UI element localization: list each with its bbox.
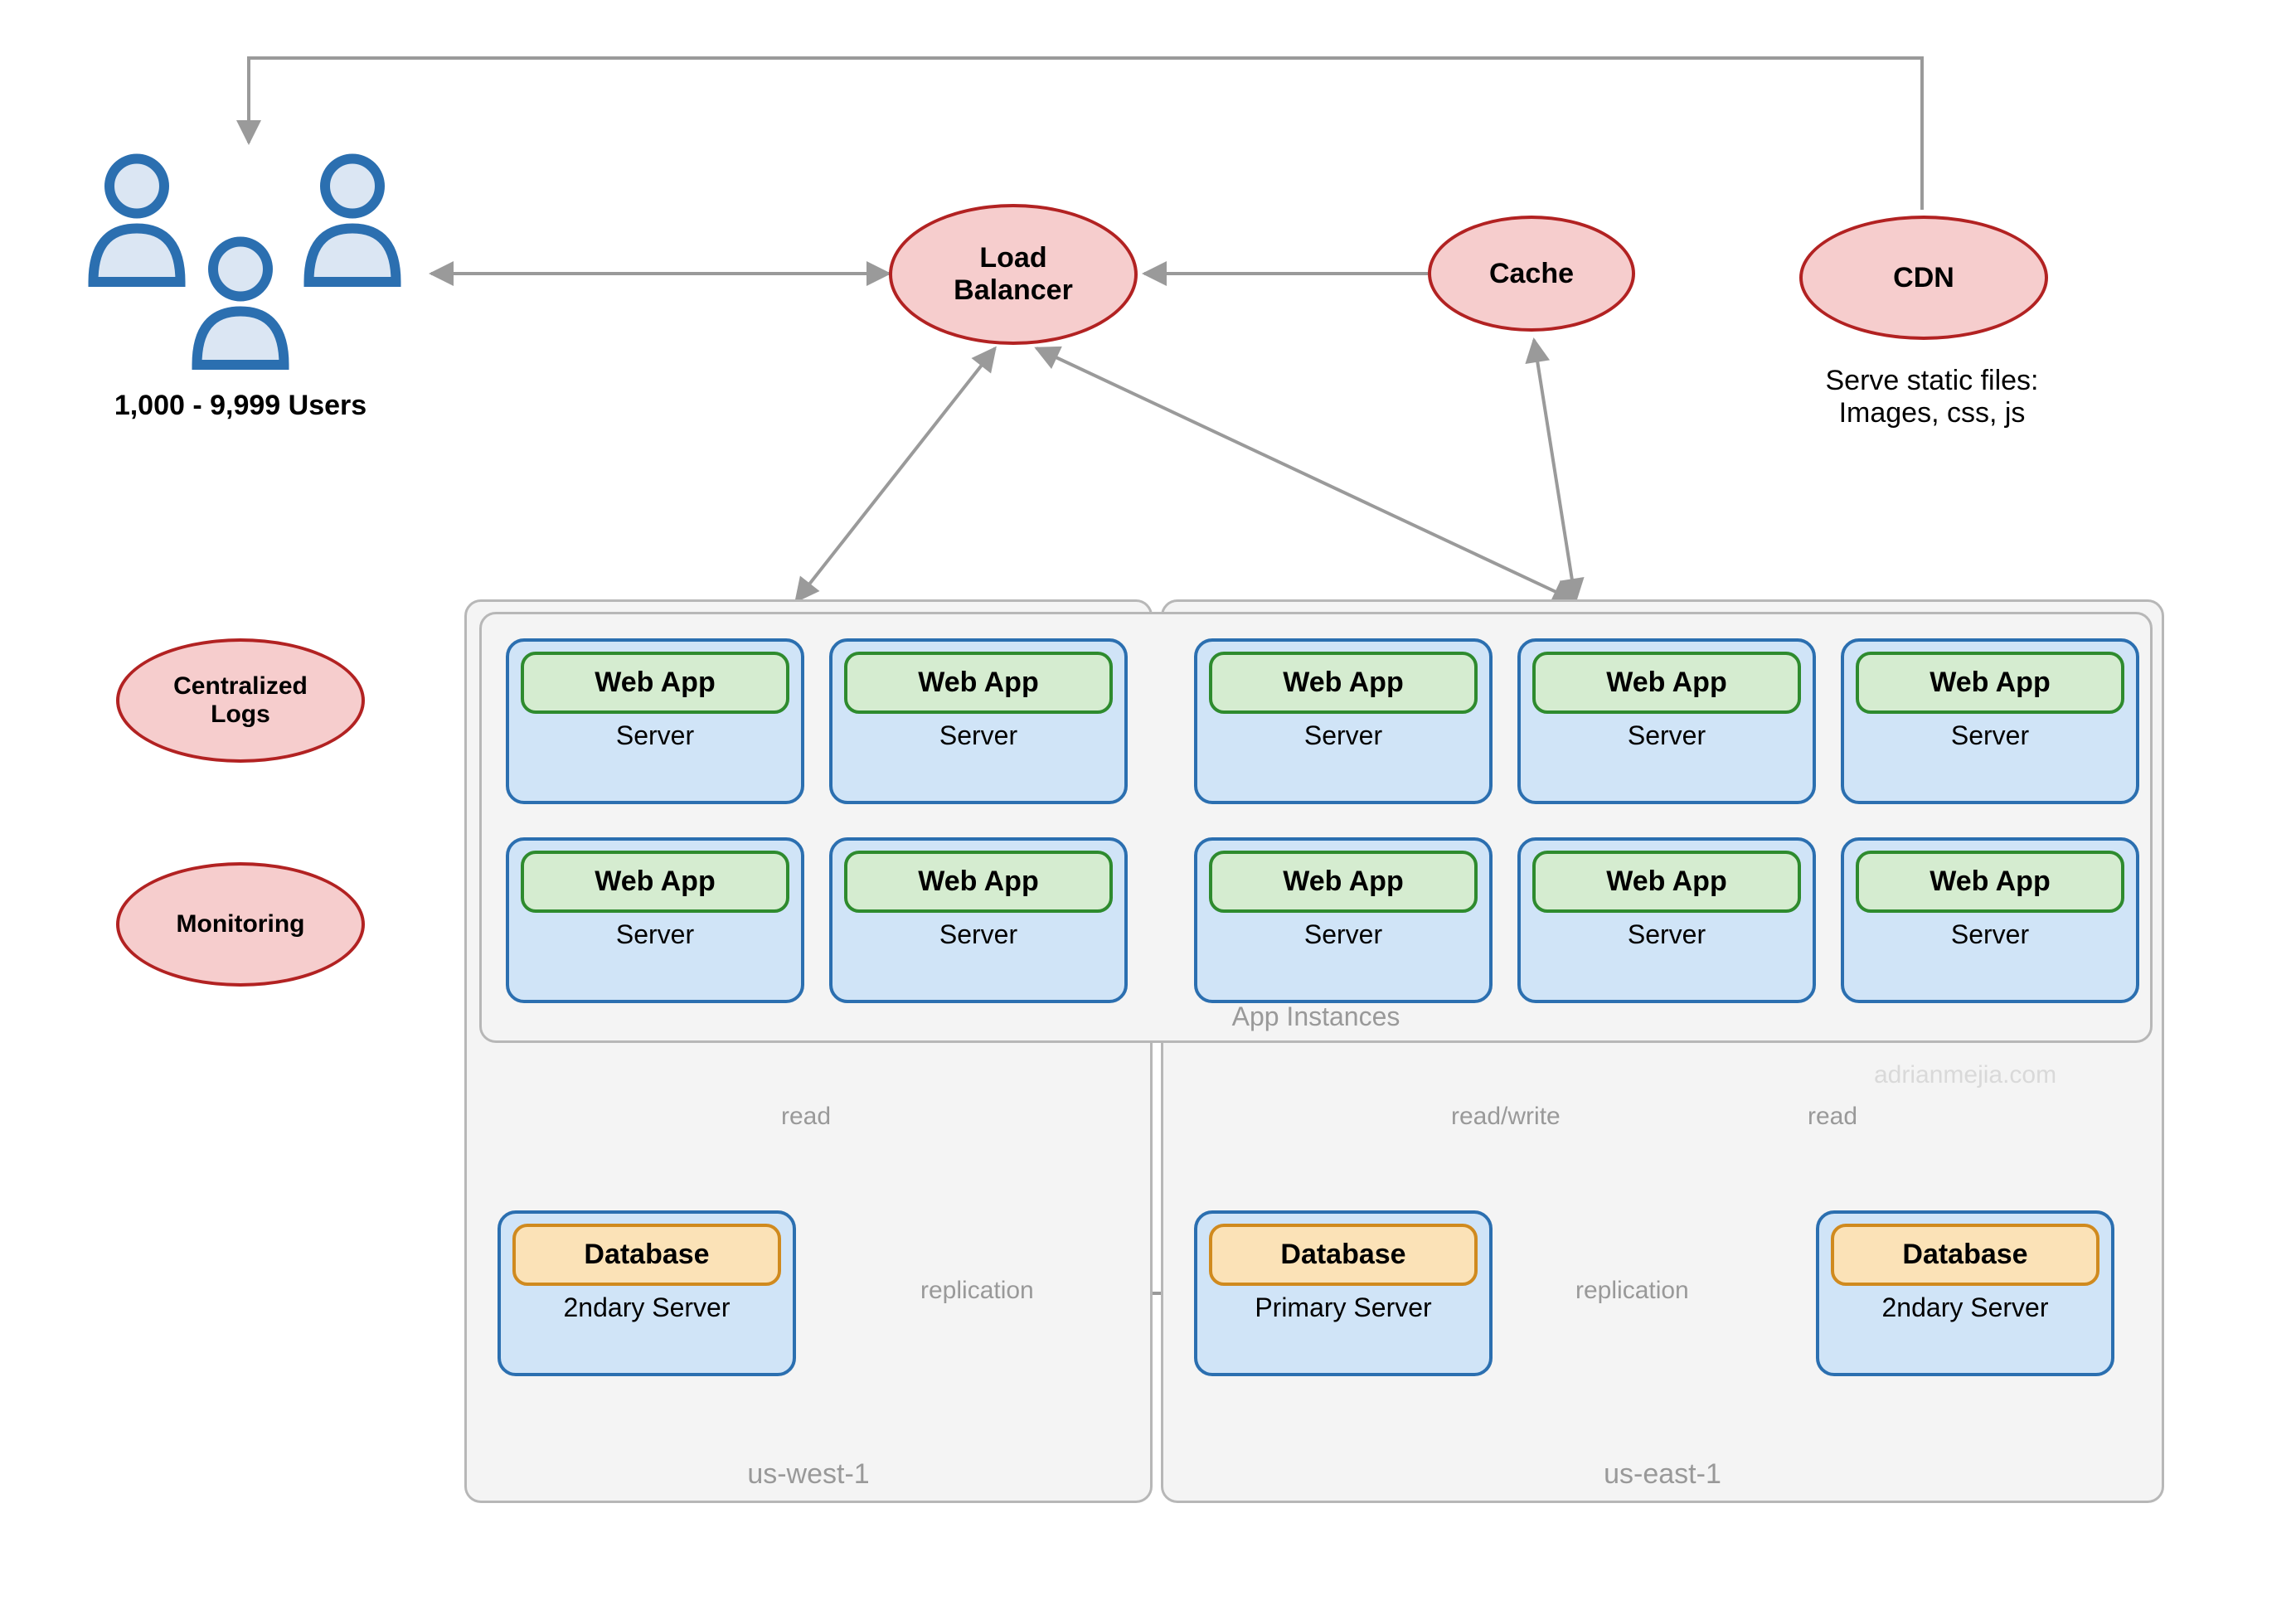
app-instances-label: App Instances [1232,1001,1400,1032]
webapp-label: Web App [1856,652,2124,714]
webapp-label: Web App [1856,851,2124,913]
user-icon [178,232,303,373]
cdn-caption: Serve static files: Images, css, js [1783,365,2081,429]
database-label: Database [512,1224,781,1286]
db-role-label: Primary Server [1255,1292,1431,1323]
db-role-label: 2ndary Server [1882,1292,2049,1323]
watermark: adrianmejia.com [1874,1061,2056,1089]
server-label: Server [1304,919,1382,950]
region-west-label: us-west-1 [467,1458,1150,1491]
webapp-server: Web App Server [1194,837,1493,1003]
cache-node: Cache [1428,216,1635,332]
webapp-server: Web App Server [829,837,1128,1003]
webapp-server: Web App Server [1841,837,2139,1003]
db-secondary-west: Database 2ndary Server [498,1210,796,1376]
cdn-node: CDN [1799,216,2048,340]
db-role-label: 2ndary Server [564,1292,731,1323]
server-label: Server [1304,720,1382,751]
user-icon [290,149,415,290]
edge-replication-west: replication [920,1277,1034,1305]
webapp-label: Web App [1532,851,1801,913]
edge-readwrite: read/write [1451,1103,1561,1131]
webapp-label: Web App [1209,652,1478,714]
webapp-server: Web App Server [506,638,804,804]
server-label: Server [1951,720,2029,751]
users-caption: 1,000 - 9,999 Users [50,390,431,422]
edge-replication-east: replication [1575,1277,1689,1305]
server-label: Server [616,919,694,950]
database-label: Database [1831,1224,2099,1286]
server-label: Server [939,919,1017,950]
database-label: Database [1209,1224,1478,1286]
server-label: Server [616,720,694,751]
webapp-label: Web App [844,652,1113,714]
webapp-server: Web App Server [829,638,1128,804]
db-primary-east: Database Primary Server [1194,1210,1493,1376]
webapp-label: Web App [521,851,789,913]
server-label: Server [1951,919,2029,950]
edge-read-west: read [781,1103,831,1131]
webapp-label: Web App [1209,851,1478,913]
webapp-server: Web App Server [506,837,804,1003]
server-label: Server [939,720,1017,751]
load-balancer-node: Load Balancer [889,204,1138,345]
server-label: Server [1628,919,1706,950]
monitoring-node: Monitoring [116,862,365,987]
webapp-label: Web App [1532,652,1801,714]
centralized-logs-node: Centralized Logs [116,638,365,763]
db-secondary-east: Database 2ndary Server [1816,1210,2114,1376]
webapp-server: Web App Server [1517,638,1816,804]
webapp-server: Web App Server [1841,638,2139,804]
region-east-label: us-east-1 [1163,1458,2162,1491]
webapp-label: Web App [521,652,789,714]
webapp-server: Web App Server [1517,837,1816,1003]
edge-read-east: read [1808,1103,1857,1131]
server-label: Server [1628,720,1706,751]
webapp-label: Web App [844,851,1113,913]
webapp-server: Web App Server [1194,638,1493,804]
